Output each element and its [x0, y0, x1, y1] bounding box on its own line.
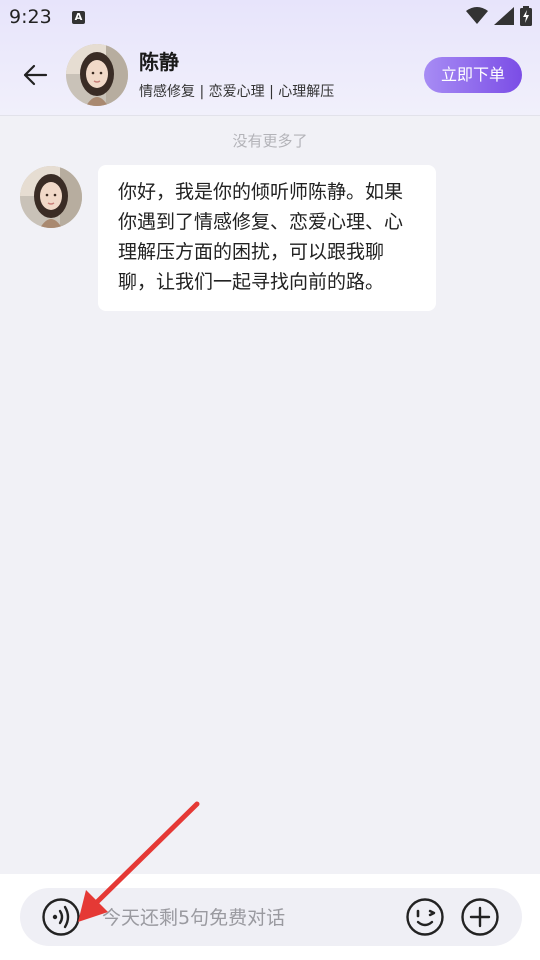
- counselor-avatar[interactable]: [66, 44, 128, 106]
- message-input[interactable]: [100, 897, 394, 939]
- plus-icon: [461, 898, 499, 936]
- signal-icon: [494, 7, 514, 25]
- message-avatar[interactable]: [20, 166, 82, 228]
- system-icons: [466, 6, 532, 26]
- counselor-tags: 情感修复 | 恋爱心理 | 心理解压: [139, 84, 335, 100]
- no-more-messages: 没有更多了: [232, 132, 308, 150]
- order-now-button[interactable]: 立即下单: [424, 57, 522, 93]
- more-options-button[interactable]: [460, 897, 500, 937]
- message-bubble: 你好，我是你的倾听师陈静。如果你遇到了情感修复、恋爱心理、心理解压方面的困扰，可…: [98, 165, 436, 311]
- battery-charging-icon: [520, 6, 532, 26]
- status-bar: 9:23 A: [0, 0, 540, 36]
- voice-icon: [42, 898, 80, 936]
- status-time: 9:23: [9, 6, 52, 28]
- notification-a-icon: A: [72, 11, 85, 24]
- emoji-icon: [406, 898, 444, 936]
- wifi-icon: [466, 7, 488, 24]
- back-arrow-icon: [23, 64, 48, 86]
- counselor-name: 陈静: [139, 50, 179, 74]
- back-button[interactable]: [18, 58, 52, 92]
- emoji-button[interactable]: [405, 897, 445, 937]
- voice-input-button[interactable]: [41, 897, 81, 937]
